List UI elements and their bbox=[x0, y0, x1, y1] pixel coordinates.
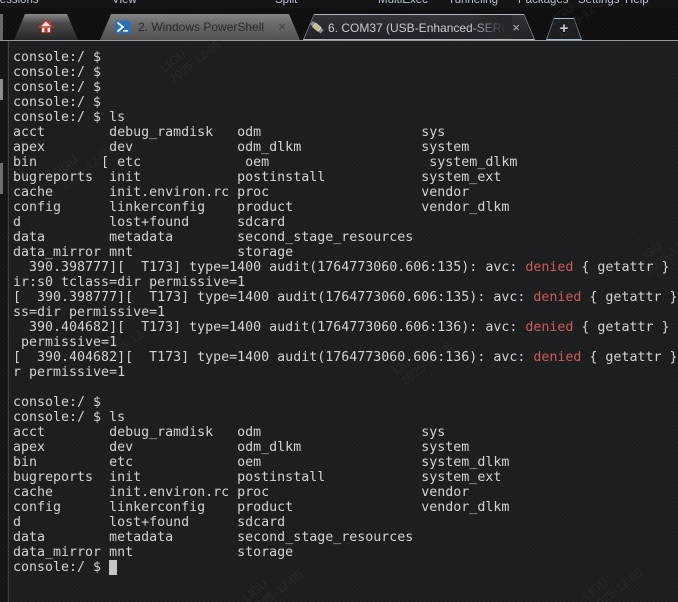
terminal-line: 390.404682][ T173] type=1400 audit(17647… bbox=[13, 320, 677, 335]
tab-bar-left-edge bbox=[0, 14, 3, 40]
tab-label-fade bbox=[470, 15, 512, 41]
terminal-line: bugreports init postinstall system_ext bbox=[13, 170, 677, 185]
terminal-line: acct debug_ramdisk odm sys bbox=[13, 125, 677, 140]
plus-icon: + bbox=[560, 20, 569, 37]
terminal-line: config linkerconfig product vendor_dlkm bbox=[13, 500, 677, 515]
terminal-line: console:/ $ bbox=[13, 80, 677, 95]
terminal-text: console:/ $console:/ $console:/ $console… bbox=[13, 50, 677, 575]
menu-item-view[interactable]: View bbox=[112, 0, 137, 6]
tab-bar-underline bbox=[0, 40, 678, 41]
terminal-line: apex dev odm_dlkm system bbox=[13, 140, 677, 155]
terminal-line: config linkerconfig product vendor_dlkm bbox=[13, 200, 677, 215]
terminal-line: data metadata second_stage_resources bbox=[13, 530, 677, 545]
terminal-line: d lost+found sdcard bbox=[13, 515, 677, 530]
terminal-line: apex dev odm_dlkm system bbox=[13, 440, 677, 455]
terminal-line: cache init.environ.rc proc vendor bbox=[13, 485, 677, 500]
terminal-line: [ 390.404682][ T173] type=1400 audit(176… bbox=[13, 350, 677, 365]
menu-item-help[interactable]: Help bbox=[625, 0, 649, 6]
menu-item-split[interactable]: Split bbox=[275, 0, 297, 6]
terminal-line: bin [ etc oem system_dlkm bbox=[13, 155, 677, 170]
new-tab-button[interactable]: + bbox=[546, 18, 582, 40]
menu-item-tunneling[interactable]: Tunneling bbox=[448, 0, 498, 6]
scrollbar-thumb[interactable] bbox=[0, 163, 3, 194]
terminal-line: ir:s0 tclass=dir permissive=1 bbox=[13, 275, 677, 290]
terminal-line: ss=dir permissive=1 bbox=[13, 305, 677, 320]
home-icon bbox=[38, 19, 54, 35]
tab-com37-body: 6. COM37 (USB-Enhanced-SERIAL × bbox=[304, 15, 534, 39]
terminal-left-border bbox=[8, 41, 9, 602]
tab-home[interactable] bbox=[14, 14, 78, 40]
terminal-line: data_mirror mnt storage bbox=[13, 545, 677, 560]
tab-label: 2. Windows PowerShell bbox=[138, 20, 264, 34]
terminal-line: 390.398777][ T173] type=1400 audit(17647… bbox=[13, 260, 677, 275]
menu-bar: Sessions View Split MultiExec Tunneling Packa… bbox=[0, 0, 678, 8]
terminal-line: data metadata second_stage_resources bbox=[13, 230, 677, 245]
close-icon[interactable]: × bbox=[512, 20, 520, 35]
terminal-line: console:/ $ bbox=[13, 50, 677, 65]
terminal-line: bugreports init postinstall system_ext bbox=[13, 470, 677, 485]
tab-com37-serial[interactable]: 6. COM37 (USB-Enhanced-SERIAL × bbox=[303, 14, 535, 40]
terminal-line: console:/ $ bbox=[13, 395, 677, 410]
terminal-line: bin etc oem system_dlkm bbox=[13, 455, 677, 470]
terminal-line: permissive=1 bbox=[13, 335, 677, 350]
terminal-line: data_mirror mnt storage bbox=[13, 245, 677, 260]
menu-item-multiexec[interactable]: MultiExec bbox=[378, 0, 428, 6]
powershell-icon bbox=[115, 19, 131, 35]
terminal-line: console:/ $ bbox=[13, 65, 677, 80]
scrollbar-track[interactable] bbox=[0, 41, 7, 602]
menu-item-settings[interactable]: Settings bbox=[578, 0, 620, 6]
close-icon[interactable]: × bbox=[278, 19, 286, 34]
terminal-line: r permissive=1 bbox=[13, 365, 677, 380]
terminal-line: console:/ $ bbox=[13, 95, 677, 110]
scrollbar-thumb[interactable] bbox=[0, 79, 3, 100]
terminal-screen[interactable]: console:/ $console:/ $console:/ $console… bbox=[0, 41, 678, 602]
new-tab-body: + bbox=[547, 19, 581, 39]
terminal-line bbox=[13, 380, 677, 395]
serial-port-icon bbox=[309, 19, 325, 35]
terminal-line: cache init.environ.rc proc vendor bbox=[13, 185, 677, 200]
menu-item-packages[interactable]: Packages bbox=[518, 0, 569, 6]
terminal-line: [ 390.398777][ T173] type=1400 audit(176… bbox=[13, 290, 677, 305]
tab-windows-powershell[interactable]: 2. Windows PowerShell × bbox=[100, 14, 300, 40]
terminal-line: acct debug_ramdisk odm sys bbox=[13, 425, 677, 440]
terminal-line: console:/ $ ls bbox=[13, 110, 677, 125]
tab-bar: 2. Windows PowerShell × 6. COM37 (USB-En… bbox=[0, 8, 678, 41]
menu-item-sessions[interactable]: Sessions bbox=[0, 0, 39, 6]
terminal-line: console:/ $ ls bbox=[13, 410, 677, 425]
terminal-line: d lost+found sdcard bbox=[13, 215, 677, 230]
terminal-line: console:/ $ bbox=[13, 560, 677, 575]
